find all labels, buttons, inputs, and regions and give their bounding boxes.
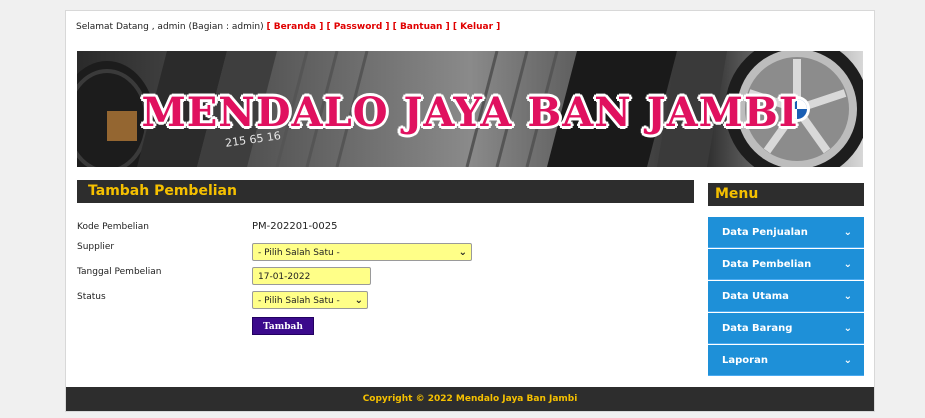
welcome-bar: Selamat Datang , admin (Bagian : admin) … [76, 22, 501, 32]
chevron-down-icon: ⌄ [458, 247, 467, 258]
kode-value: PM-202201-0025 [252, 221, 338, 232]
supplier-select-value: - Pilih Salah Satu - [258, 248, 340, 258]
menu-title: Menu [708, 183, 864, 206]
status-select-value: - Pilih Salah Satu - [258, 296, 340, 306]
form-title: Tambah Pembelian [77, 180, 694, 203]
chevron-down-icon: ⌄ [843, 355, 852, 366]
link-bantuan[interactable]: Bantuan [400, 22, 443, 32]
chevron-down-icon: ⌄ [354, 295, 363, 306]
chevron-down-icon: ⌄ [843, 291, 852, 302]
tanggal-input-value: 17-01-2022 [258, 272, 311, 282]
menu-item-data-pembelian[interactable]: Data Pembelian ⌄ [708, 249, 864, 280]
menu-item-label: Data Penjualan [722, 227, 808, 238]
kode-label: Kode Pembelian [77, 222, 149, 232]
header-banner: 215 65 16 MENDALO JAYA BAN JAMBI [77, 51, 863, 167]
menu-item-data-barang[interactable]: Data Barang ⌄ [708, 313, 864, 344]
status-select[interactable]: - Pilih Salah Satu - ⌄ [252, 291, 368, 309]
welcome-text: Selamat Datang , admin (Bagian : admin) [76, 22, 264, 32]
page-container: Selamat Datang , admin (Bagian : admin) … [65, 10, 875, 412]
chevron-down-icon: ⌄ [843, 323, 852, 334]
menu-item-label: Data Barang [722, 323, 793, 334]
menu-item-laporan[interactable]: Laporan ⌄ [708, 345, 864, 376]
menu-item-label: Data Pembelian [722, 259, 812, 270]
supplier-select[interactable]: - Pilih Salah Satu - ⌄ [252, 243, 472, 261]
menu-item-label: Laporan [722, 355, 768, 366]
tanggal-input[interactable]: 17-01-2022 [252, 267, 371, 285]
chevron-down-icon: ⌄ [843, 227, 852, 238]
footer: Copyright © 2022 Mendalo Jaya Ban Jambi [66, 387, 874, 411]
site-title: MENDALO JAYA BAN JAMBI [141, 89, 799, 136]
supplier-label: Supplier [77, 242, 115, 252]
chevron-down-icon: ⌄ [843, 259, 852, 270]
status-label: Status [77, 292, 106, 302]
tambah-button[interactable]: Tambah [252, 317, 314, 335]
link-beranda[interactable]: Beranda [274, 22, 316, 32]
menu-item-label: Data Utama [722, 291, 789, 302]
menu-item-data-utama[interactable]: Data Utama ⌄ [708, 281, 864, 312]
link-keluar[interactable]: Keluar [460, 22, 493, 32]
menu-item-data-penjualan[interactable]: Data Penjualan ⌄ [708, 217, 864, 248]
link-password[interactable]: Password [334, 22, 383, 32]
tanggal-label: Tanggal Pembelian [77, 267, 162, 277]
